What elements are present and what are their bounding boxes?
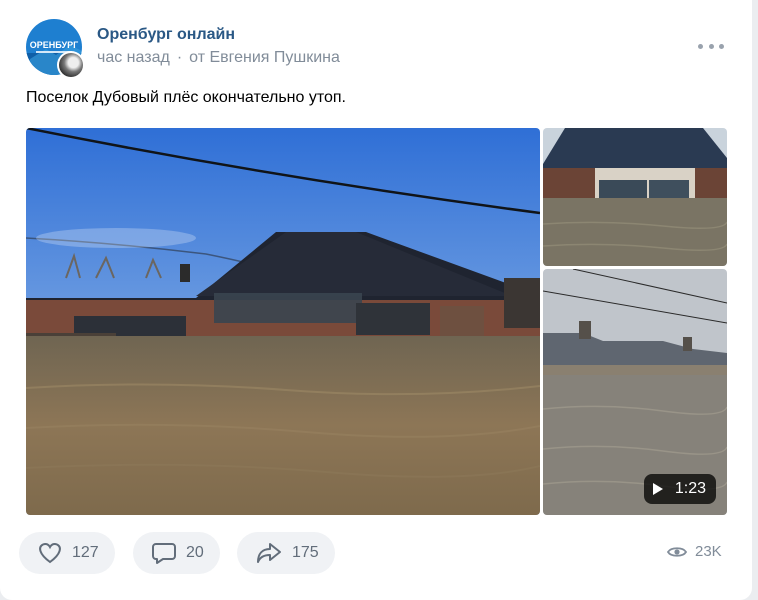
photo-main[interactable] (26, 128, 540, 515)
more-options-button[interactable] (698, 36, 724, 56)
heart-icon (39, 542, 61, 564)
more-icon-dot (719, 43, 724, 49)
post-source[interactable]: от Евгения Пушкина (189, 49, 340, 66)
video-duration: 1:23 (674, 480, 706, 497)
share-button[interactable]: 175 (237, 532, 335, 574)
play-icon (652, 483, 663, 495)
more-icon (698, 43, 703, 49)
flooded-house-closeup-image (543, 128, 727, 266)
post-time[interactable]: час назад (97, 49, 170, 66)
views-count: 23K (695, 543, 722, 560)
post-card: ОРЕНБУРГ Оренбург онлайн час назад · от Ев… (0, 0, 752, 600)
views-counter: 23K (667, 543, 722, 560)
more-icon-dot (708, 43, 714, 49)
comment-icon (152, 543, 176, 564)
share-count: 175 (292, 544, 319, 561)
video-bottom-right[interactable]: 1:23 (543, 269, 727, 515)
svg-text:ОРЕНБУРГ: ОРЕНБУРГ (30, 40, 78, 50)
flooded-house-image (26, 128, 540, 515)
post-meta: час назад · от Евгения Пушкина (97, 49, 340, 67)
comment-count: 20 (186, 544, 204, 561)
like-button[interactable]: 127 (19, 532, 115, 574)
eye-icon (667, 546, 687, 557)
post-text: Поселок Дубовый плёс окончательно утоп. (26, 89, 346, 106)
video-duration-badge: 1:23 (643, 474, 716, 504)
author-avatar[interactable] (57, 51, 85, 79)
meta-separator: · (176, 49, 183, 66)
share-icon (257, 543, 281, 563)
comment-button[interactable]: 20 (133, 532, 220, 574)
photo-top-right[interactable] (543, 128, 727, 266)
group-name-link[interactable]: Оренбург онлайн (97, 26, 235, 44)
like-count: 127 (72, 544, 99, 561)
